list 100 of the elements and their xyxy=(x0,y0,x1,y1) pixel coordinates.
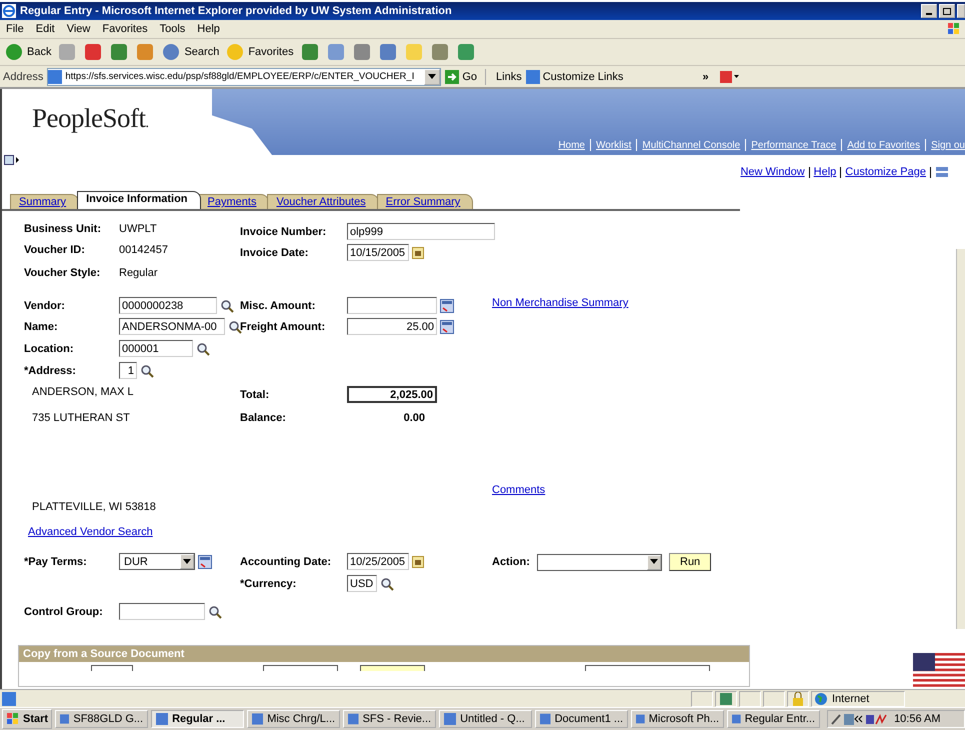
menu-item[interactable]: Edit xyxy=(30,23,61,35)
nav-link[interactable]: Home xyxy=(558,140,585,151)
window-title: Regular Entry - Microsoft Internet Explorer provided by UW System Administration xyxy=(20,5,453,17)
field-label: Location: xyxy=(24,342,74,354)
field-label: Invoice Date: xyxy=(240,246,310,258)
taskbar-button[interactable]: Microsoft Ph... xyxy=(631,710,724,728)
link[interactable]: Comments xyxy=(492,484,546,496)
addon-icon[interactable] xyxy=(718,70,739,84)
input-field[interactable] xyxy=(119,603,205,620)
favorites-button[interactable]: Favorites xyxy=(225,42,294,62)
calendar-icon[interactable] xyxy=(412,556,424,568)
nav-link[interactable]: Worklist xyxy=(596,140,632,151)
link[interactable]: Advanced Vendor Search xyxy=(28,526,153,538)
more-links-button[interactable]: » xyxy=(702,70,709,82)
windows-logo-icon xyxy=(6,712,20,726)
scrollbar[interactable] xyxy=(956,249,965,629)
menu-item[interactable]: Favorites xyxy=(96,23,154,35)
input-field[interactable]: 000001 xyxy=(119,340,193,357)
input-field[interactable] xyxy=(91,665,133,671)
input-field[interactable]: 10/25/2005 xyxy=(347,553,409,570)
browser-icon xyxy=(2,4,16,18)
address-field[interactable]: https://sfs.services.wisc.edu/psp/sf88gld/EMPLOYEE/ERP/c/ENTER_VOUCHER_I xyxy=(47,68,442,86)
input-field[interactable] xyxy=(585,665,710,671)
input-field[interactable]: 1 xyxy=(119,362,137,379)
taskbar-button[interactable]: Misc Chrg/L... xyxy=(247,710,340,728)
balance-value: 0.00 xyxy=(402,412,425,424)
calculator-icon[interactable] xyxy=(440,298,454,312)
input-field[interactable]: 2,025.00 xyxy=(347,386,437,403)
dropdown[interactable] xyxy=(537,554,662,570)
maximize-button[interactable] xyxy=(939,4,955,18)
input-field[interactable]: 10/15/2005 xyxy=(347,244,409,261)
go-button[interactable]: Go xyxy=(445,70,478,84)
menu-item[interactable]: File xyxy=(0,23,30,35)
page-link[interactable]: New Window xyxy=(740,166,805,178)
field-label: Invoice Number: xyxy=(240,226,328,238)
security-zone: Internet xyxy=(811,690,905,706)
field-label: Accounting Date: xyxy=(240,556,332,568)
field-label: Control Group: xyxy=(24,606,104,618)
nav-link[interactable]: MultiChannel Console xyxy=(642,140,740,151)
field-label: Name: xyxy=(24,320,59,332)
input-field[interactable]: 0000000238 xyxy=(119,297,217,314)
input-field[interactable]: USD xyxy=(347,575,377,592)
run-button[interactable]: Run xyxy=(669,553,712,571)
section-title: Copy from a Source Document xyxy=(19,646,749,662)
button[interactable] xyxy=(360,665,425,671)
menu-toggle-icon[interactable] xyxy=(4,155,20,165)
page-icon xyxy=(526,70,540,84)
http-icon[interactable] xyxy=(935,166,949,178)
calculator-icon[interactable] xyxy=(440,320,454,334)
menu-item[interactable]: Help xyxy=(191,23,226,35)
field-label: Business Unit: xyxy=(24,223,102,235)
page-icon xyxy=(48,70,62,84)
address-line: PLATTEVILLE, WI 53818 xyxy=(31,501,156,513)
customize-links-button[interactable]: Customize Links xyxy=(526,70,624,84)
field-label: Misc. Amount: xyxy=(240,300,316,312)
page-link[interactable]: Help xyxy=(814,166,836,178)
input-field[interactable] xyxy=(263,665,338,671)
dropdown[interactable]: DUR xyxy=(119,553,195,570)
clock: 10:56 AM xyxy=(894,713,941,725)
links-label: Links xyxy=(496,70,522,82)
menu-item[interactable]: Tools xyxy=(154,23,192,35)
field-label: Voucher Style: xyxy=(24,267,102,279)
back-button[interactable]: Back xyxy=(4,42,52,62)
caret-icon xyxy=(183,558,191,564)
field-label: Action: xyxy=(492,556,531,568)
input-field[interactable]: ANDERSONMA-00 xyxy=(119,318,225,335)
field-label: Voucher ID: xyxy=(24,244,86,256)
page-link[interactable]: Customize Page xyxy=(845,166,926,178)
tab[interactable]: Payments xyxy=(198,194,270,209)
taskbar-button[interactable]: Regular Entr... xyxy=(727,710,820,728)
calculator-icon[interactable] xyxy=(198,554,212,568)
nav-link[interactable]: Add to Favorites xyxy=(847,140,920,151)
menu-item[interactable]: View xyxy=(60,23,96,35)
minimize-button[interactable] xyxy=(921,4,937,18)
dropdown-arrow-button[interactable] xyxy=(424,68,440,84)
taskbar-button[interactable]: Untitled - Q... xyxy=(439,710,532,728)
flag-drawing xyxy=(913,653,965,689)
input-field[interactable]: 25.00 xyxy=(347,318,437,335)
nav-link[interactable]: Performance Trace xyxy=(751,140,836,151)
field-value: Regular xyxy=(119,267,158,279)
tab[interactable]: Invoice Information xyxy=(77,191,201,209)
taskbar-button[interactable]: Document1 ... xyxy=(535,710,628,728)
field-label: Balance: xyxy=(240,412,287,424)
taskbar-button[interactable]: SFS - Revie... xyxy=(343,710,436,728)
tab[interactable]: Voucher Attributes xyxy=(267,194,379,209)
input-field[interactable] xyxy=(347,297,437,314)
windows-logo-icon xyxy=(947,22,961,36)
caret-icon xyxy=(428,74,436,80)
address-label: Address xyxy=(3,70,44,82)
start-button[interactable]: Start xyxy=(2,709,52,729)
input-field[interactable]: olp999 xyxy=(347,223,495,240)
calendar-icon[interactable] xyxy=(412,246,424,258)
nav-link[interactable]: Sign ou xyxy=(931,140,965,151)
tab[interactable]: Summary xyxy=(10,194,80,209)
taskbar-button[interactable]: Regular ... xyxy=(151,710,244,728)
taskbar-button[interactable]: SF88GLD G... xyxy=(55,710,148,728)
search-button[interactable]: Search xyxy=(161,42,220,62)
link[interactable]: Non Merchandise Summary xyxy=(492,297,628,309)
field-value: 00142457 xyxy=(119,244,168,256)
tab[interactable]: Error Summary xyxy=(376,194,474,209)
